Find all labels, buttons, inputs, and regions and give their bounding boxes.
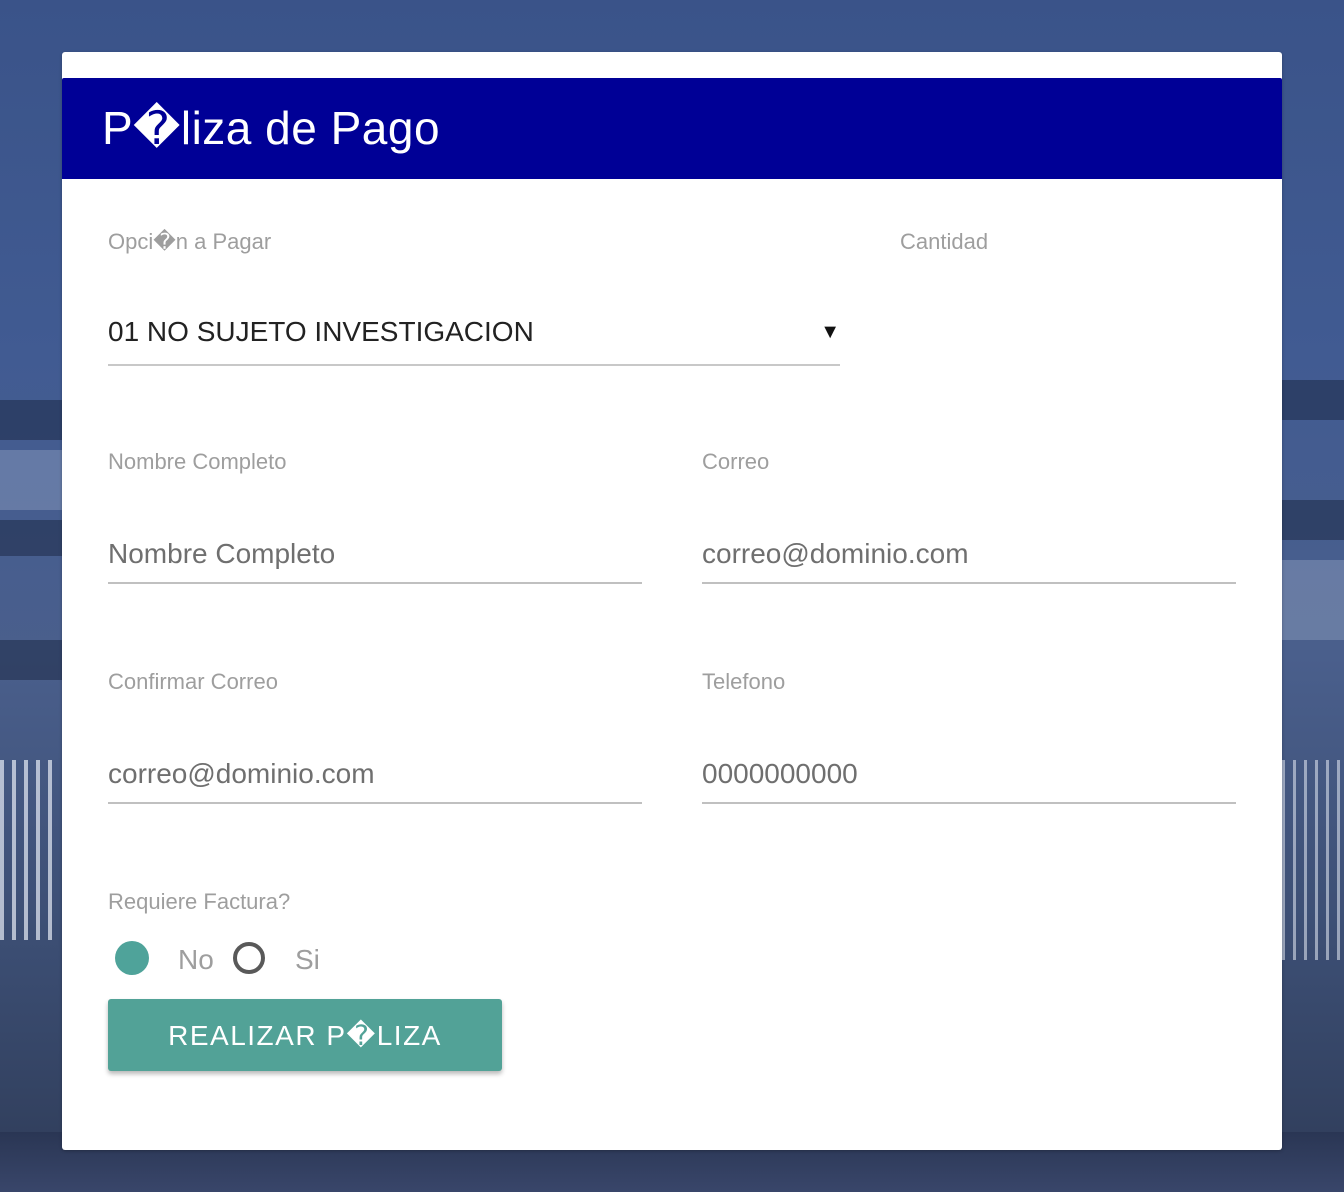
confirm-email-label: Confirmar Correo <box>108 669 278 694</box>
quantity-label: Cantidad <box>900 229 989 254</box>
payment-form-card: P�liza de Pago Opci�n a Pagar Cantidad 0… <box>62 52 1282 1150</box>
confirm-email-input[interactable] <box>108 746 642 804</box>
invoice-no-label[interactable]: No <box>178 942 214 978</box>
invoice-si-radio[interactable] <box>233 942 265 974</box>
email-input[interactable] <box>702 526 1236 584</box>
full-name-input[interactable] <box>108 526 642 584</box>
card-header: P�liza de Pago <box>62 78 1282 179</box>
name-label: Nombre Completo <box>108 449 287 474</box>
page-title: P�liza de Pago <box>102 102 441 154</box>
payment-option-value: 01 NO SUJETO INVESTIGACION <box>108 316 534 347</box>
phone-label: Telefono <box>702 669 786 694</box>
invoice-label: Requiere Factura? <box>108 889 291 914</box>
invoice-si-label[interactable]: Si <box>295 942 320 978</box>
email-label: Correo <box>702 449 770 474</box>
invoice-no-radio[interactable] <box>115 941 149 975</box>
option-label: Opci�n a Pagar <box>108 229 272 254</box>
payment-option-select[interactable]: 01 NO SUJETO INVESTIGACION ▼ <box>108 304 840 366</box>
dropdown-arrow-icon: ▼ <box>820 321 840 343</box>
phone-input[interactable] <box>702 746 1236 804</box>
submit-policy-button[interactable]: REALIZAR P�LIZA <box>108 999 502 1071</box>
